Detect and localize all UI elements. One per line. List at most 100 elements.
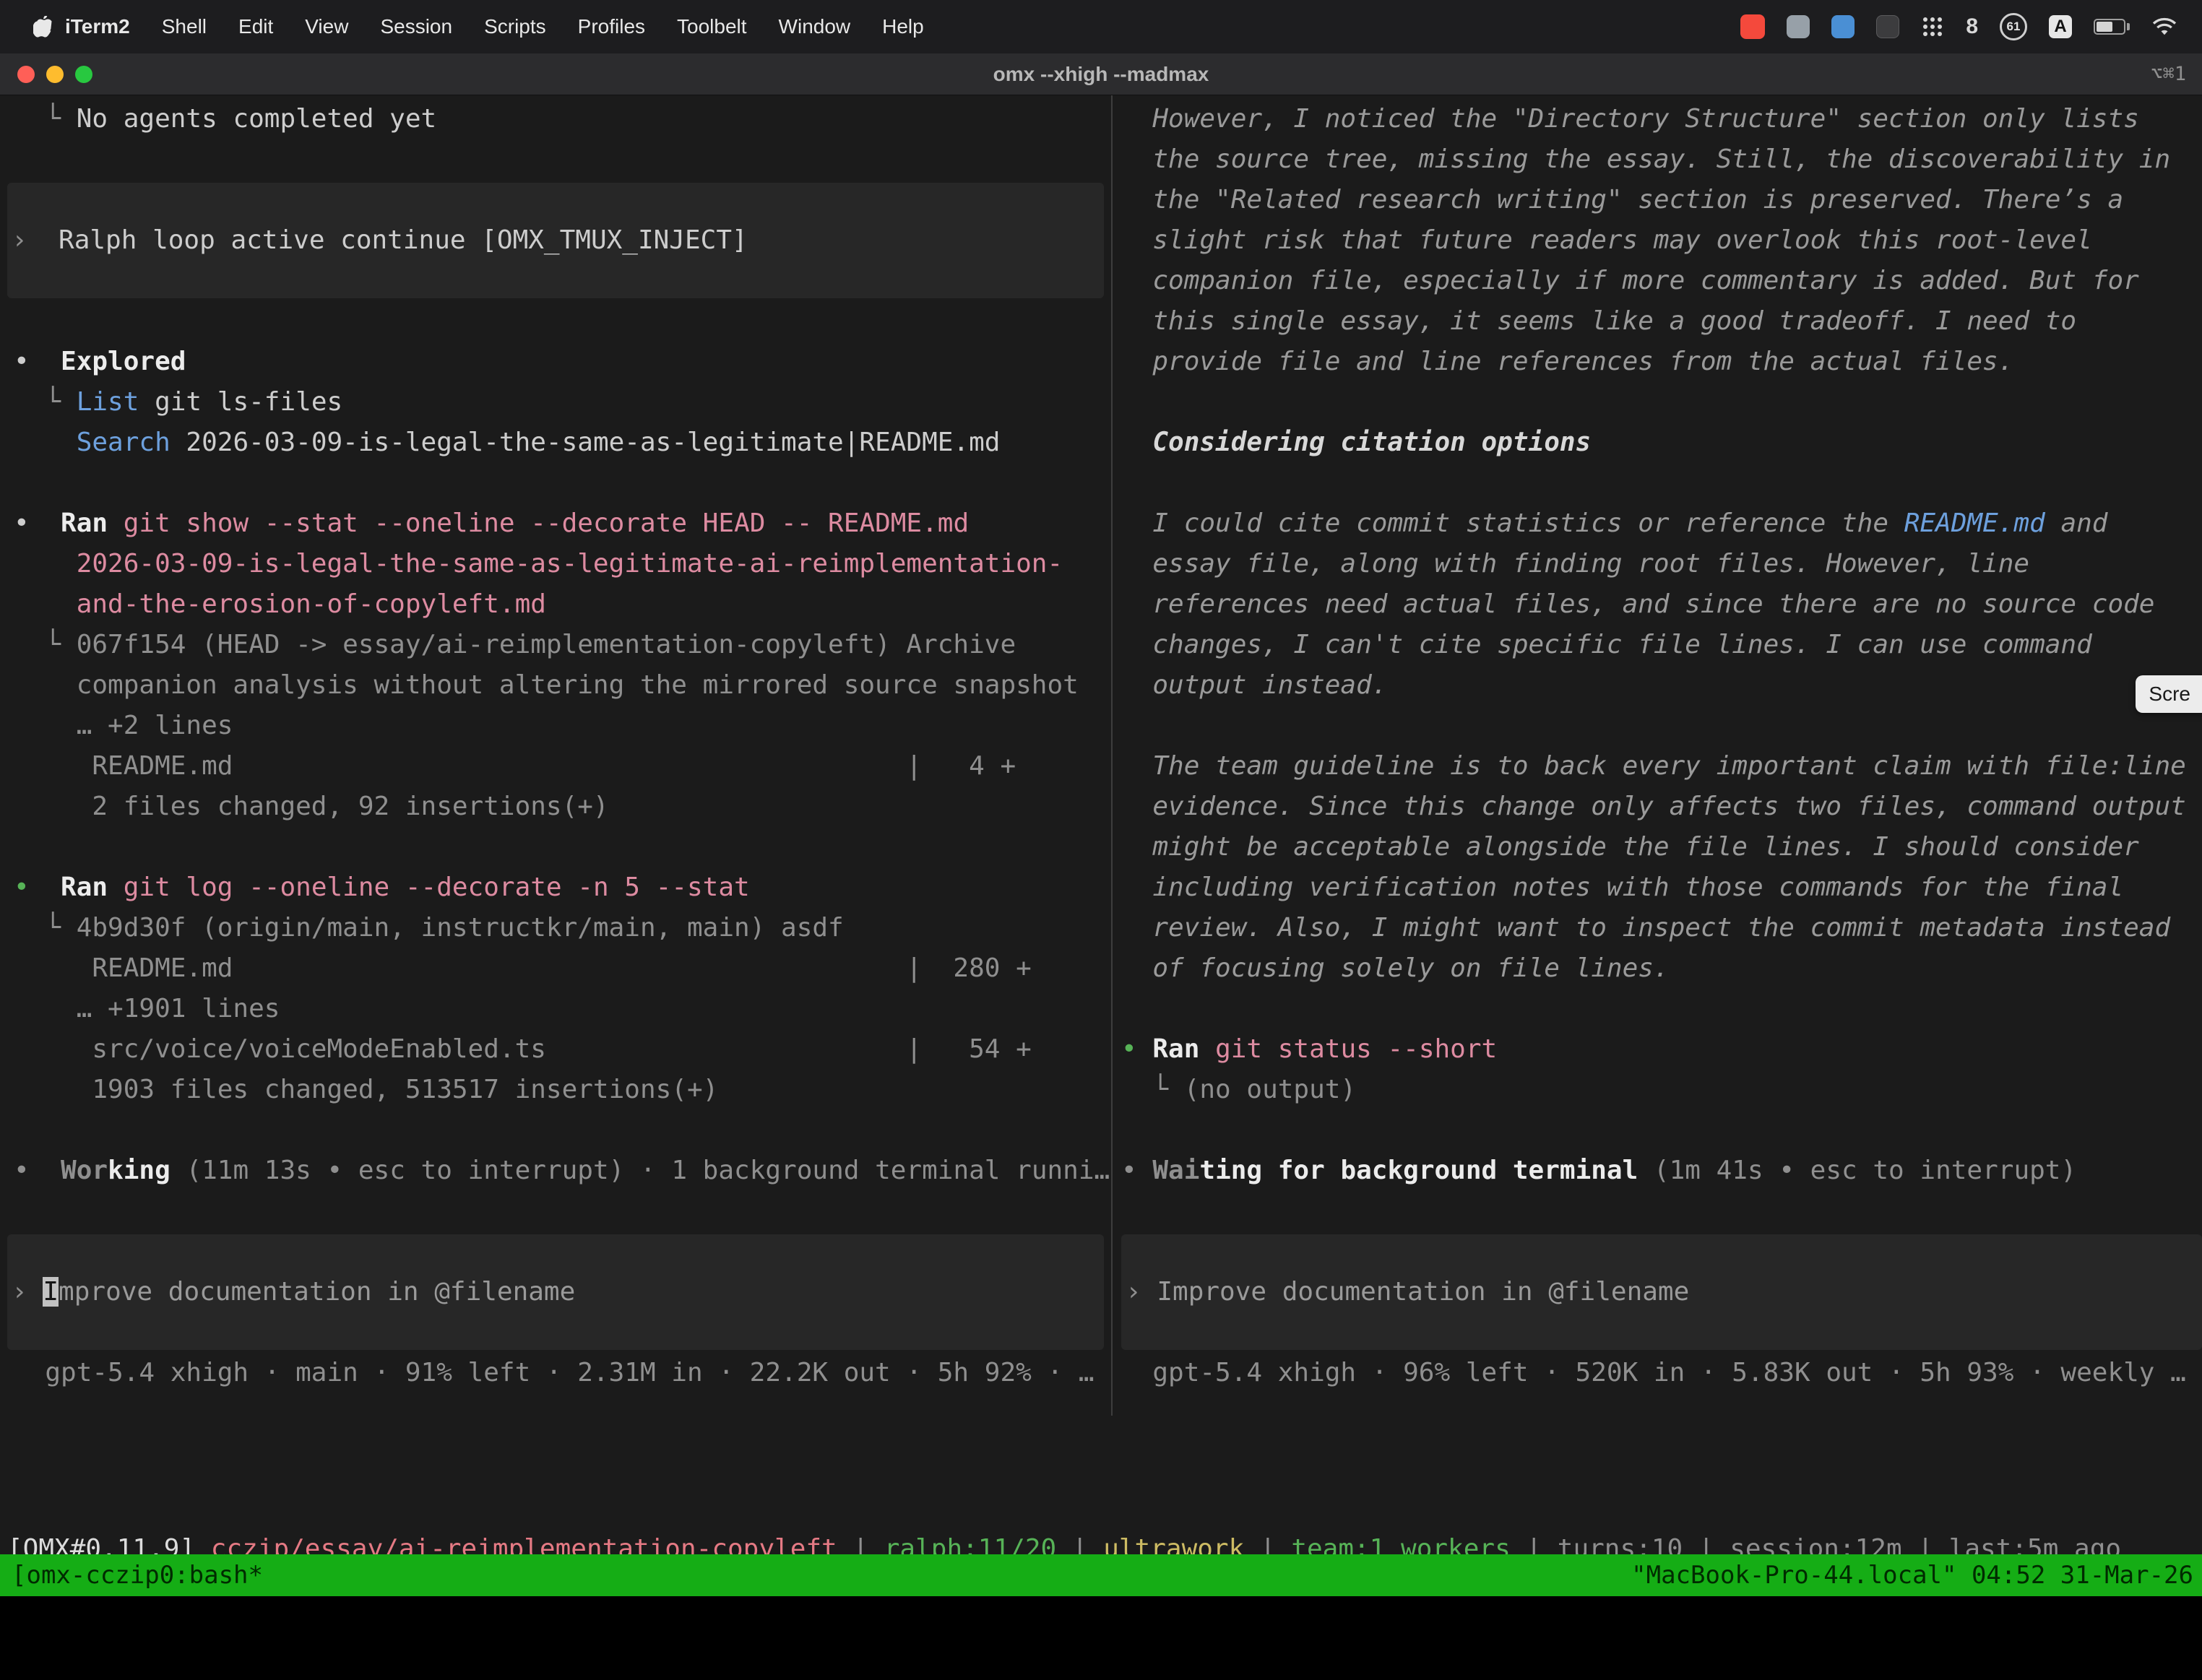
terminal-line: review. Also, I might want to inspect th… (1113, 908, 2202, 948)
raycast-icon[interactable] (1831, 15, 1855, 38)
text-segment: might be acceptable alongside the file l… (1121, 832, 2139, 862)
menu-item-session[interactable]: Session (380, 15, 452, 38)
terminal-line: └ 4b9d30f (origin/main, instructkr/main,… (0, 908, 1111, 948)
blank-line (0, 463, 1111, 503)
terminal-line: • Explored (0, 342, 1111, 382)
text-segment: Ran (61, 508, 108, 538)
blank-line (1113, 989, 2202, 1029)
wifi-icon[interactable] (2151, 17, 2177, 37)
terminal-line: changes, I can't cite specific file line… (1113, 625, 2202, 665)
text-segment: • (1121, 1156, 1152, 1185)
terminal-line: Search 2026-03-09-is-legal-the-same-as-l… (0, 423, 1111, 463)
text-segment: gpt-5.4 xhigh · main · 91% left · 2.31M … (14, 1358, 1094, 1387)
message-input[interactable]: › Improve documentation in @filename (7, 1234, 1104, 1350)
window-shortcut-badge: ⌥⌘1 (2151, 53, 2186, 95)
terminal-line: src/voice/voiceModeEnabled.ts | 54 + (0, 1029, 1111, 1070)
text-segment: └ 067f154 (HEAD -> essay/ai-reimplementa… (14, 630, 1016, 659)
session-status: gpt-5.4 xhigh · 96% left · 520K in · 5.8… (1113, 1353, 2202, 1393)
menu-item-view[interactable]: View (305, 15, 348, 38)
text-segment: Wor (61, 1156, 108, 1185)
text-segment: mprove documentation in @filename (59, 1277, 575, 1307)
screen-recording-indicator[interactable] (1740, 14, 1765, 39)
text-segment: evidence. Since this change only affects… (1121, 792, 2186, 821)
terminal-line: └ (no output) (1113, 1070, 2202, 1110)
ralph-loop-banner: › Ralph loop active continue [OMX_TMUX_I… (7, 220, 1104, 261)
menu-item-shell[interactable]: Shell (162, 15, 207, 38)
terminal-line: • Ran git status --short (1113, 1029, 2202, 1070)
text-segment: 2026-03-09-is-legal-the-same-as-legitima… (170, 428, 1001, 457)
text-segment: Considering citation options (1121, 428, 1591, 457)
menu-bar: iTerm2 Shell Edit View Session Scripts Profile… (0, 0, 2202, 53)
text-segment: (11m 13s • esc to interrupt) · 1 backgro… (170, 1156, 1110, 1185)
blank-line (0, 301, 1111, 342)
text-segment: git show --stat --oneline --decorate HEA… (108, 508, 969, 538)
text-segment: Wai (1152, 1156, 1199, 1185)
text-segment: companion analysis without altering the … (14, 670, 1079, 700)
menu-item-window[interactable]: Window (779, 15, 851, 38)
browser-icon[interactable] (1787, 15, 1810, 38)
screen-edge-overlay[interactable]: Scre (2136, 675, 2202, 713)
keyboard-maestro-icon[interactable]: 8 (1966, 14, 1978, 39)
apps-grid-icon[interactable] (1921, 15, 1944, 38)
menu-item-profiles[interactable]: Profiles (578, 15, 645, 38)
menu-item-help[interactable]: Help (882, 15, 924, 38)
battery-icon[interactable] (2094, 19, 2130, 35)
message-input[interactable]: › Improve documentation in @filename (1121, 1234, 2202, 1350)
terminal-line: … +2 lines (0, 706, 1111, 746)
text-segment: review. Also, I might want to inspect th… (1121, 913, 2170, 943)
menu-item-toolbelt[interactable]: Toolbelt (677, 15, 747, 38)
text-segment: README.md | 4 + (14, 751, 1016, 781)
shortcuts-icon[interactable] (1876, 15, 1899, 38)
terminal-line: • Ran git show --stat --oneline --decora… (0, 503, 1111, 544)
apple-menu-icon[interactable] (33, 15, 52, 38)
text-segment: 2026-03-09-is-legal-the-same-as-legitima… (14, 549, 1063, 579)
terminal-line: README.md | 280 + (0, 948, 1111, 989)
text-segment: • (14, 347, 61, 376)
text-segment: • (14, 1156, 61, 1185)
text-segment: git log --oneline --decorate -n 5 --stat (108, 873, 750, 902)
terminal-line: The team guideline is to back every impo… (1113, 746, 2202, 787)
text-segment: src/voice/voiceModeEnabled.ts | 54 + (14, 1034, 1032, 1064)
text-segment: Ran (61, 873, 108, 902)
text-segment: (1m 41s • esc to interrupt) (1638, 1156, 2076, 1185)
menu-item-iterm2[interactable]: iTerm2 (65, 15, 130, 38)
text-segment: … +2 lines (14, 711, 233, 740)
terminal-line: companion file, especially if more comme… (1113, 261, 2202, 301)
terminal-line: of focusing solely on file lines. (1113, 948, 2202, 989)
text-segment: No agents completed yet (77, 104, 437, 134)
terminal-line: README.md | 4 + (0, 746, 1111, 787)
terminal-window: └ No agents completed yet› Ralph loop ac… (0, 95, 2202, 1554)
tmux-session-label: [omx-cczip0:bash* (12, 1554, 263, 1596)
text-segment: and-the-erosion-of-copyleft.md (14, 589, 546, 619)
text-segment: I could cite commit statistics or refere… (1121, 508, 1904, 538)
text-segment: git status --short (1199, 1034, 1497, 1064)
thinking-heading: Considering citation options (1113, 423, 2202, 463)
message-input: › Improve documentation in @filename (7, 1272, 1104, 1312)
blank-line (1113, 706, 2202, 746)
blank-line (1113, 463, 2202, 503)
text-segment: README.md (1904, 508, 2045, 538)
input-source-icon[interactable]: A (2049, 15, 2072, 38)
text-segment: including verification notes with those … (1121, 873, 2123, 902)
text-segment: gpt-5.4 xhigh · 96% left · 520K in · 5.8… (1121, 1358, 2186, 1387)
text-segment: • (14, 873, 61, 902)
text-segment: companion file, especially if more comme… (1121, 266, 2139, 295)
text-segment: └ 4b9d30f (origin/main, instructkr/main,… (14, 913, 844, 943)
terminal-line: I could cite commit statistics or refere… (1113, 503, 2202, 544)
text-segment: • (1121, 1034, 1152, 1064)
terminal-line: might be acceptable alongside the file l… (1113, 827, 2202, 867)
battery-percentage-icon[interactable]: 61 (2000, 13, 2027, 40)
text-segment (14, 428, 77, 457)
terminal-line: • Ran git log --oneline --decorate -n 5 … (0, 867, 1111, 908)
blank-line (1113, 1191, 2202, 1231)
text-segment: this single essay, it seems like a good … (1121, 306, 2076, 336)
text-segment: king (108, 1156, 170, 1185)
menu-item-edit[interactable]: Edit (238, 15, 273, 38)
tmux-pane-left[interactable]: └ No agents completed yet› Ralph loop ac… (0, 95, 1111, 1512)
text-segment: └ (no output) (1121, 1075, 1356, 1104)
terminal-line: the source tree, missing the essay. Stil… (1113, 139, 2202, 180)
terminal-line: └ List git ls-files (0, 382, 1111, 423)
menu-item-scripts[interactable]: Scripts (484, 15, 546, 38)
text-segment: slight risk that future readers may over… (1121, 225, 2092, 255)
tmux-pane-right[interactable]: However, I noticed the "Directory Struct… (1113, 95, 2202, 1512)
